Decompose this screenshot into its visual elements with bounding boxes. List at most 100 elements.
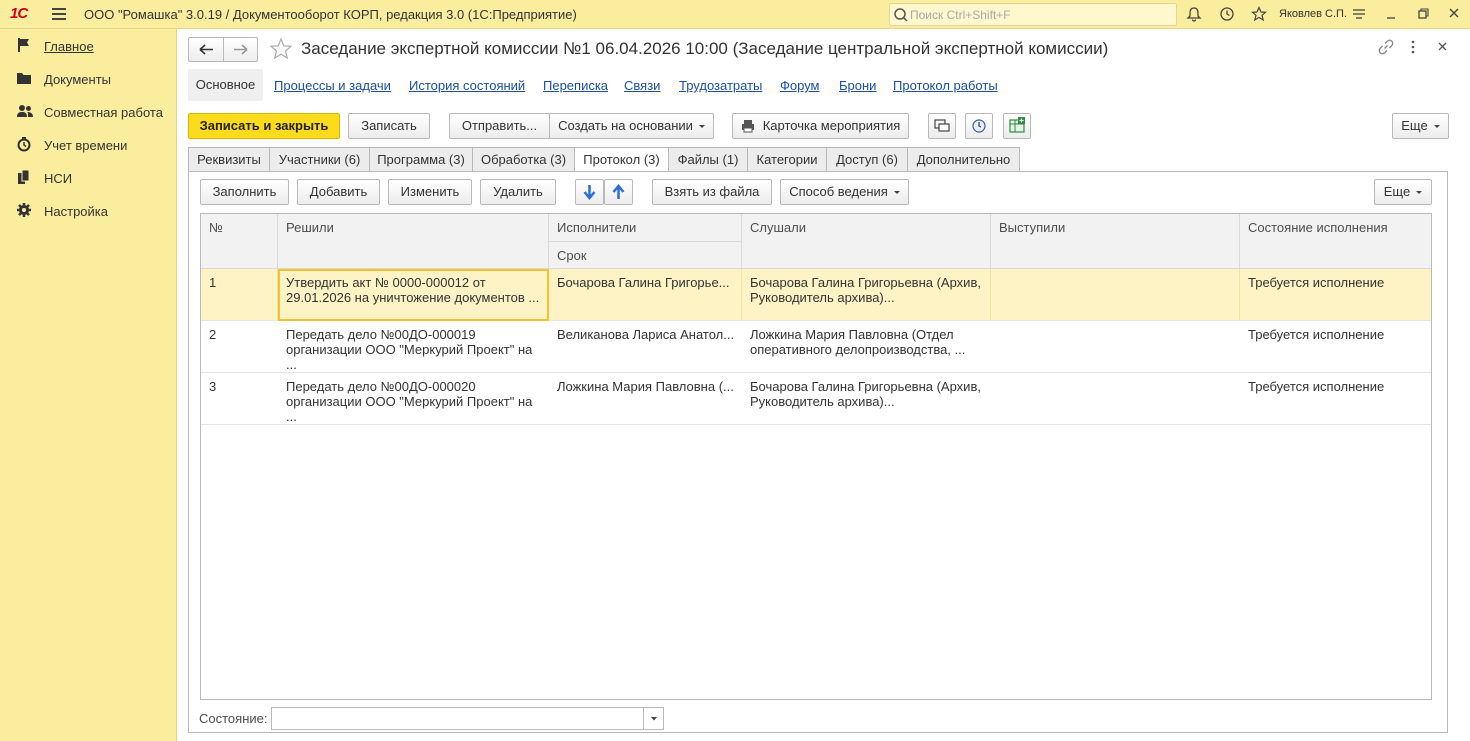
tab-protocol[interactable]: Протокол (3) (574, 147, 669, 173)
time-button[interactable] (965, 113, 993, 139)
from-file-button[interactable]: Взять из файла (652, 179, 772, 205)
send-button[interactable]: Отправить... (449, 113, 550, 139)
nav-link-relations[interactable]: Связи (624, 78, 660, 93)
sidebar-item-main[interactable]: Главное (0, 33, 177, 59)
nav-tab-main[interactable]: Основное (188, 69, 263, 101)
folder-icon (16, 70, 32, 86)
move-up-button[interactable] (604, 179, 633, 205)
chevron-down-icon (1433, 125, 1440, 129)
sidebar-item-nsi[interactable]: НСИ (0, 165, 177, 191)
discussion-button[interactable] (928, 113, 956, 139)
search-input[interactable]: Поиск Ctrl+Shift+F (889, 3, 1177, 26)
add-spreadsheet-button[interactable] (1003, 113, 1031, 139)
create-based-button[interactable]: Создать на основании (549, 113, 714, 139)
protocol-table[interactable]: № Решили Исполнители Срок Слушали Выступ… (200, 213, 1432, 700)
nav-link-bookings[interactable]: Брони (839, 78, 876, 93)
state-field[interactable] (271, 707, 664, 730)
title-bar: 1С ООО "Ромашка" 3.0.19 / Документооборо… (0, 0, 1470, 29)
chevron-down-icon (698, 125, 705, 129)
col-header-deadline[interactable]: Срок (549, 241, 741, 268)
cell-executors[interactable]: Ложкина Мария Павловна (... (549, 373, 742, 425)
col-header-decided[interactable]: Решили (278, 214, 549, 269)
close-icon[interactable] (1447, 6, 1461, 22)
col-header-spoke[interactable]: Выступили (991, 214, 1240, 269)
tab-categories[interactable]: Категории (747, 147, 827, 172)
more-button[interactable]: Еще (1392, 113, 1449, 139)
col-header-state[interactable]: Состояние исполнения (1240, 214, 1431, 269)
event-card-button[interactable]: Карточка мероприятия (732, 113, 909, 139)
chevron-down-icon (651, 717, 657, 721)
protocol-panel: Заполнить Добавить Изменить Удалить Взят… (188, 171, 1448, 733)
tab-participants[interactable]: Участники (6) (269, 147, 370, 172)
method-button[interactable]: Способ ведения (780, 179, 909, 205)
forward-button[interactable] (224, 38, 258, 61)
cell-spoke[interactable] (991, 321, 1240, 373)
cell-decided[interactable]: Передать дело №00ДО-000019 организации О… (278, 321, 549, 373)
history-icon[interactable] (1219, 6, 1235, 22)
nav-link-state-history[interactable]: История состояний (409, 78, 525, 93)
table-row[interactable]: 3 Передать дело №00ДО-000020 организации… (201, 373, 1431, 425)
link-icon[interactable] (1378, 39, 1394, 55)
books-icon (16, 169, 32, 185)
star-icon[interactable] (1251, 6, 1267, 22)
menu-icon[interactable] (52, 8, 66, 20)
cell-spoke[interactable] (991, 373, 1240, 425)
tab-requisites[interactable]: Реквизиты (188, 147, 270, 172)
sidebar-item-time[interactable]: Учет времени (0, 132, 177, 158)
sidebar-item-label: Совместная работа (44, 105, 163, 120)
sidebar-item-documents[interactable]: Документы (0, 66, 177, 92)
table-row[interactable]: 2 Передать дело №00ДО-000019 организации… (201, 321, 1431, 373)
save-button[interactable]: Записать (348, 113, 430, 139)
table-row[interactable]: 1 Утвердить акт № 0000-000012 от 29.01.2… (201, 269, 1431, 321)
maximize-icon[interactable] (1416, 6, 1430, 22)
cell-heard[interactable]: Бочарова Галина Григорьевна (Архив, Руко… (742, 269, 991, 321)
cell-state[interactable]: Требуется исполнение (1240, 373, 1431, 425)
settings-lines-icon[interactable] (1351, 6, 1367, 22)
clock-icon (16, 136, 32, 152)
tab-processing[interactable]: Обработка (3) (472, 147, 575, 172)
nav-link-processes[interactable]: Процессы и задачи (274, 78, 391, 93)
cell-heard[interactable]: Бочарова Галина Григорьевна (Архив, Руко… (742, 373, 991, 425)
event-card-label: Карточка мероприятия (762, 118, 901, 133)
col-header-executors[interactable]: Исполнители (549, 214, 741, 241)
app-title: ООО "Ромашка" 3.0.19 / Документооборот К… (84, 7, 577, 22)
grid-more-button[interactable]: Еще (1374, 179, 1432, 205)
favorite-star-icon[interactable] (269, 37, 293, 61)
delete-button[interactable]: Удалить (480, 179, 556, 205)
cell-state[interactable]: Требуется исполнение (1240, 321, 1431, 373)
cell-spoke[interactable] (991, 269, 1240, 321)
cell-decided[interactable]: Передать дело №00ДО-000020 организации О… (278, 373, 549, 425)
tab-access[interactable]: Доступ (6) (826, 147, 908, 172)
cell-heard[interactable]: Ложкина Мария Павловна (Отдел оперативно… (742, 321, 991, 373)
cell-decided[interactable]: Утвердить акт № 0000-000012 от 29.01.202… (278, 269, 549, 321)
nav-link-work-log[interactable]: Протокол работы (893, 78, 998, 93)
col-header-heard[interactable]: Слушали (742, 214, 991, 269)
col-header-num[interactable]: № (201, 214, 278, 269)
minimize-icon[interactable] (1384, 6, 1398, 22)
cell-executors[interactable]: Великанова Лариса Анатол... (549, 321, 742, 373)
back-button[interactable] (189, 38, 224, 61)
nav-link-labor[interactable]: Трудозатраты (679, 78, 762, 93)
close-form-icon[interactable] (1437, 40, 1449, 54)
sidebar-item-label: Учет времени (44, 138, 128, 153)
state-dropdown-button[interactable] (643, 708, 663, 729)
clock-icon (972, 119, 986, 133)
sidebar-item-collaboration[interactable]: Совместная работа (0, 99, 177, 125)
cell-state[interactable]: Требуется исполнение (1240, 269, 1431, 321)
tab-files[interactable]: Файлы (1) (668, 147, 748, 172)
sidebar-item-settings[interactable]: Настройка (0, 198, 177, 224)
more-vertical-icon[interactable] (1408, 39, 1418, 55)
cell-executors[interactable]: Бочарова Галина Григорье... (549, 269, 742, 321)
add-button[interactable]: Добавить (297, 179, 380, 205)
fill-button[interactable]: Заполнить (200, 179, 289, 205)
nav-link-forum[interactable]: Форум (780, 78, 820, 93)
user-name[interactable]: Яковлев С.П. (1279, 8, 1347, 20)
edit-button[interactable]: Изменить (388, 179, 472, 205)
move-down-button[interactable] (575, 179, 604, 205)
save-close-button[interactable]: Записать и закрыть (188, 113, 340, 139)
nav-link-correspondence[interactable]: Переписка (543, 78, 608, 93)
bell-icon[interactable] (1186, 6, 1202, 22)
grid-more-label: Еще (1383, 184, 1411, 199)
tab-program[interactable]: Программа (3) (369, 147, 473, 172)
tab-additional[interactable]: Дополнительно (907, 147, 1020, 172)
